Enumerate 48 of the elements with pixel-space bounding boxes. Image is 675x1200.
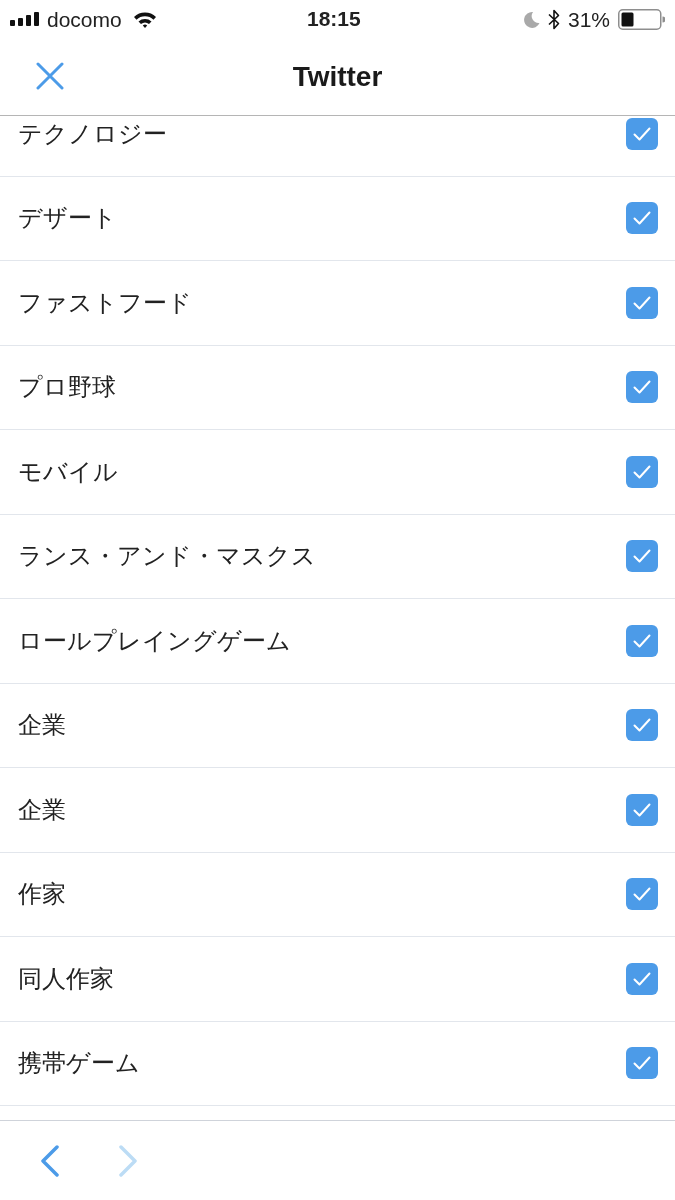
checkmark-icon [633,295,651,310]
checkmark-icon [633,971,651,986]
checkmark-icon [633,802,651,817]
checkmark-icon [633,887,651,902]
topic-label: テクノロジー [18,121,167,146]
checkmark-icon [633,380,651,395]
checkmark-icon [633,211,651,226]
wifi-icon [132,10,157,28]
bluetooth-icon [547,8,560,30]
checkmark-icon [633,718,651,733]
clock-time: 18:15 [307,8,361,29]
topic-label: 携帯ゲーム [18,1051,140,1076]
topic-label: デザート [18,206,117,231]
chevron-left-icon [41,1144,59,1177]
topic-label: 作家 [18,882,66,907]
checkbox[interactable] [626,793,658,826]
checkbox[interactable] [626,540,658,573]
checkmark-icon [633,126,651,141]
checkbox[interactable] [626,202,658,235]
checkmark-icon [633,633,651,648]
checkmark-icon [633,549,651,564]
topic-label: ランス・アンド・マスクス [18,544,316,569]
checkbox[interactable] [626,878,658,911]
close-icon [36,62,64,90]
checkbox[interactable] [626,1047,658,1080]
checkbox[interactable] [626,117,658,150]
checkbox[interactable] [626,709,658,742]
topic-label: 企業 [18,713,66,738]
topic-label: モバイル [18,459,118,484]
battery-icon [618,8,665,30]
checkbox[interactable] [626,286,658,319]
chevron-right-icon [119,1144,137,1177]
signal-icon [10,12,40,26]
topic-label: ロールプレイングゲーム [18,628,291,653]
checkbox[interactable] [626,455,658,488]
carrier-name: docomo [47,8,122,30]
topic-label: ファストフード [18,290,192,315]
topic-label: プロ野球 [18,375,116,400]
checkbox[interactable] [626,962,658,995]
checkbox[interactable] [626,624,658,657]
checkmark-icon [633,464,651,479]
topic-label: 企業 [18,797,66,822]
battery-percent: 31% [567,8,610,30]
topic-label: 同人作家 [18,966,114,991]
checkmark-icon [633,1056,651,1071]
moon-icon [523,10,540,28]
checkbox[interactable] [626,371,658,404]
page-title: Twitter [292,62,383,91]
